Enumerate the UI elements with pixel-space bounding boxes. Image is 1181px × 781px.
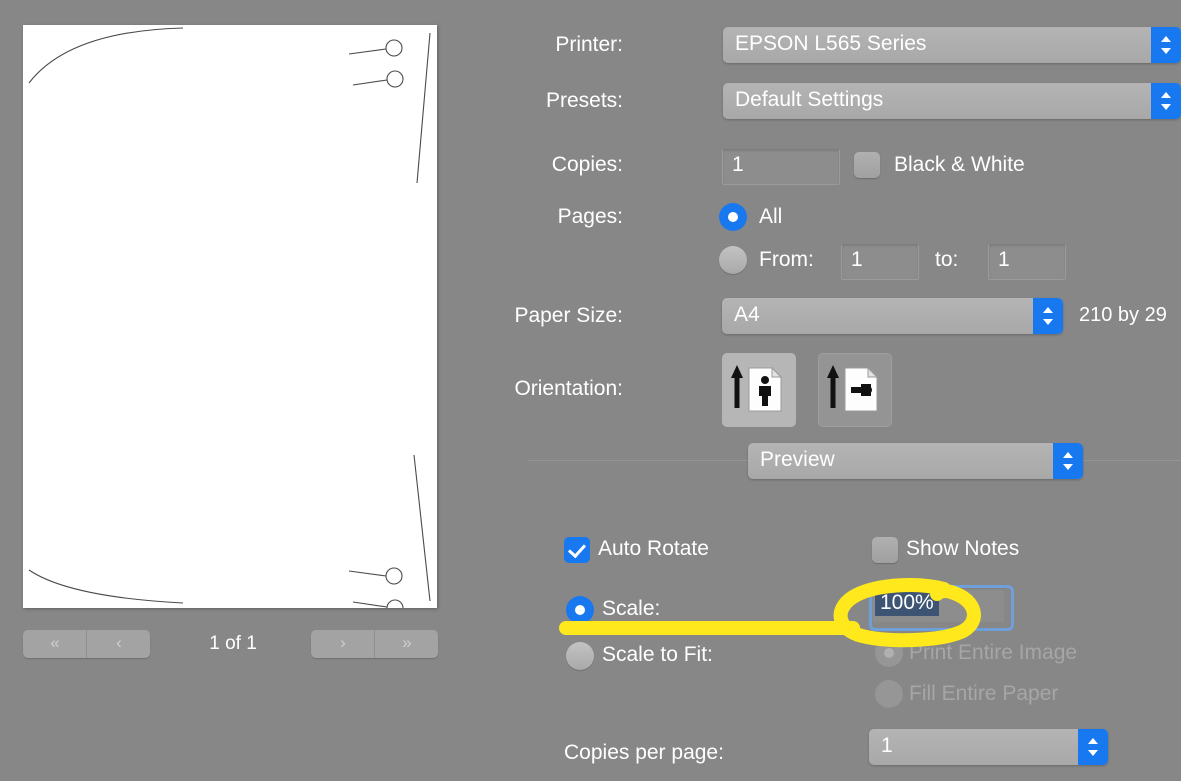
pages-from-input[interactable]: 1: [841, 244, 919, 280]
show-notes-label: Show Notes: [906, 537, 1020, 560]
copies-per-page-value: 1: [881, 734, 893, 757]
paper-size-popup[interactable]: A4: [722, 298, 1063, 334]
preview-navigation: « ‹ 1 of 1 › »: [23, 630, 438, 660]
page-indicator: 1 of 1: [209, 633, 257, 654]
auto-rotate-label: Auto Rotate: [598, 537, 709, 560]
landscape-orientation-icon: [827, 365, 879, 412]
presets-popup[interactable]: Default Settings: [723, 83, 1181, 119]
print-settings-pane: Printer: EPSON L565 Series Presets: Defa…: [460, 0, 1181, 781]
copies-label: Copies:: [551, 153, 623, 176]
print-pane-value: Preview: [760, 448, 835, 471]
nav-group-backward: « ‹: [23, 630, 150, 658]
pages-to-input[interactable]: 1: [988, 244, 1066, 280]
next-page-button[interactable]: ›: [311, 630, 374, 658]
paper-size-label: Paper Size:: [514, 304, 623, 327]
copies-value: 1: [732, 153, 744, 176]
print-entire-image-radio: [875, 639, 903, 667]
scale-label: Scale:: [602, 597, 661, 620]
printer-stepper-icon[interactable]: [1151, 27, 1181, 63]
previous-page-button[interactable]: ‹: [86, 630, 150, 658]
copies-per-page-label: Copies per page:: [564, 741, 724, 764]
paper-size-stepper-icon[interactable]: [1033, 298, 1063, 334]
black-and-white-label: Black & White: [894, 153, 1025, 176]
scale-radio[interactable]: [566, 596, 594, 624]
auto-rotate-checkbox[interactable]: [564, 537, 590, 563]
scale-to-fit-radio[interactable]: [566, 642, 594, 670]
presets-value: Default Settings: [735, 88, 884, 111]
preview-page-drawing: [28, 27, 431, 608]
fill-entire-paper-radio: [875, 680, 903, 708]
printer-label: Printer:: [555, 33, 623, 56]
last-page-button[interactable]: »: [374, 630, 438, 658]
presets-stepper-icon[interactable]: [1151, 83, 1181, 119]
pages-label: Pages:: [557, 205, 623, 228]
scale-to-fit-label: Scale to Fit:: [602, 643, 713, 666]
presets-label: Presets:: [545, 89, 623, 112]
show-notes-checkbox[interactable]: [872, 537, 898, 563]
pages-from-value: 1: [851, 248, 863, 271]
printer-popup[interactable]: EPSON L565 Series: [723, 27, 1181, 63]
copies-per-page-popup[interactable]: 1: [869, 729, 1108, 765]
first-page-button[interactable]: «: [23, 630, 86, 658]
paper-size-dimensions: 210 by 29: [1079, 304, 1167, 326]
portrait-orientation-icon: [731, 365, 783, 412]
scale-value-selected-text: 100%: [875, 590, 939, 616]
pages-to-value: 1: [998, 248, 1010, 271]
paper-size-value: A4: [734, 303, 760, 326]
scale-value-field[interactable]: 100%: [872, 588, 1005, 622]
orientation-landscape-button[interactable]: [818, 353, 892, 427]
copies-per-page-stepper-icon[interactable]: [1078, 729, 1108, 765]
orientation-label: Orientation:: [514, 377, 623, 400]
pages-to-label: to:: [935, 248, 959, 271]
print-preview-pane: « ‹ 1 of 1 › »: [0, 0, 460, 781]
orientation-portrait-button[interactable]: [722, 353, 796, 427]
black-and-white-checkbox[interactable]: [854, 152, 880, 178]
pages-all-label: All: [759, 205, 783, 228]
pages-from-label: From:: [759, 248, 814, 271]
pages-all-radio[interactable]: [719, 203, 747, 231]
print-entire-image-label: Print Entire Image: [909, 641, 1078, 664]
pages-range-radio[interactable]: [719, 246, 747, 274]
fill-entire-paper-label: Fill Entire Paper: [909, 682, 1059, 705]
print-pane-stepper-icon[interactable]: [1053, 443, 1083, 479]
nav-group-forward: › »: [311, 630, 438, 658]
copies-input[interactable]: 1: [722, 149, 840, 185]
printer-value: EPSON L565 Series: [735, 32, 927, 55]
preview-page: [23, 25, 437, 608]
print-pane-popup[interactable]: Preview: [748, 443, 1083, 479]
